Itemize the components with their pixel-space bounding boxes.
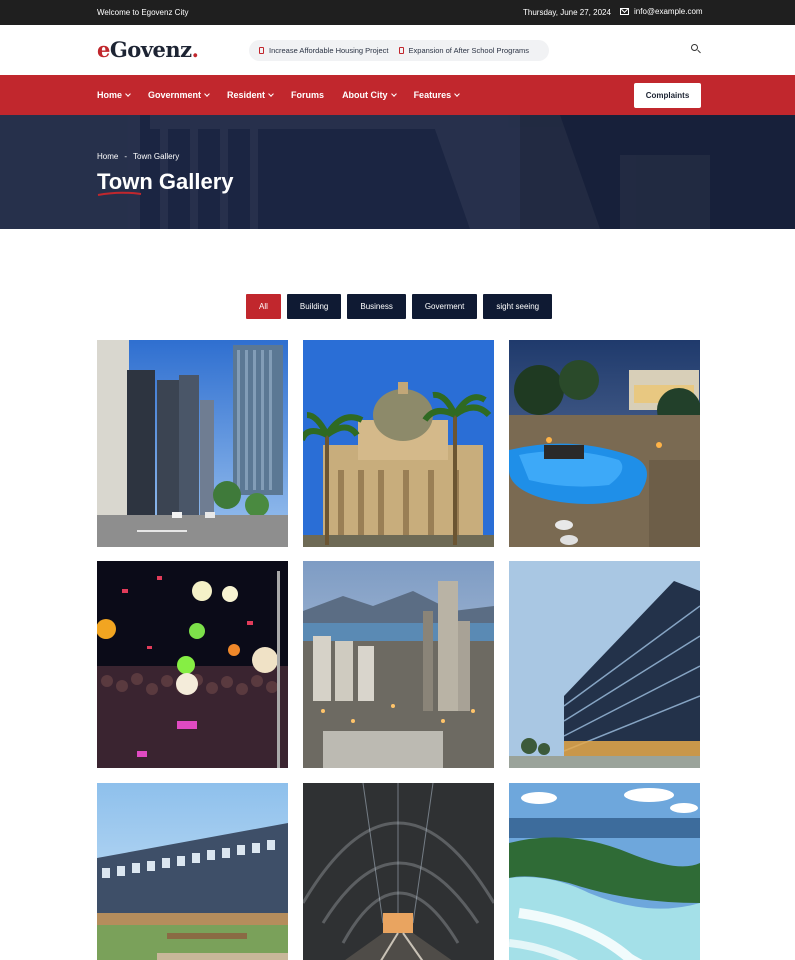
nav-item-label: Home <box>97 90 123 100</box>
city-street-image <box>97 340 288 547</box>
main-navigation: Home Government Resident Forums About Ci… <box>0 75 795 115</box>
gallery-item-industrial-plant[interactable] <box>303 561 494 768</box>
nav-item-home[interactable]: Home <box>97 90 131 100</box>
chevron-down-icon <box>204 91 210 97</box>
gallery-item-beach[interactable] <box>509 783 700 960</box>
nav-item-forums[interactable]: Forums <box>291 90 324 100</box>
chevron-down-icon <box>390 91 397 97</box>
welcome-text: Welcome to Egovenz City <box>97 8 189 17</box>
gallery-item-resort-pool[interactable] <box>509 340 700 547</box>
site-header: eGovenz. Increase Affordable Housing Pro… <box>0 25 795 75</box>
breadcrumb-home[interactable]: Home <box>97 152 118 161</box>
gallery-item-domed-building[interactable] <box>303 340 494 547</box>
nav-item-label: About City <box>342 90 388 100</box>
gallery-item-glass-office[interactable] <box>509 561 700 768</box>
breadcrumb-current: Town Gallery <box>133 152 180 161</box>
ticker-item-label: Expansion of After School Programs <box>408 46 530 55</box>
filter-all[interactable]: All <box>246 294 281 319</box>
gallery-item-campus-building[interactable] <box>97 783 288 960</box>
email-text: info@example.com <box>634 7 703 16</box>
site-logo[interactable]: eGovenz. <box>97 37 199 62</box>
logo-e: e <box>97 37 110 62</box>
search-button[interactable] <box>690 43 704 57</box>
nav-item-government[interactable]: Government <box>148 90 210 100</box>
nav-item-label: Forums <box>291 90 325 100</box>
document-icon <box>259 47 264 54</box>
glass-office-image <box>509 561 700 768</box>
breadcrumb: Home - Town Gallery <box>97 152 179 161</box>
filter-sight-seeing[interactable]: sight seeing <box>483 294 553 319</box>
nav-item-resident[interactable]: Resident <box>227 90 274 100</box>
nav-menu: Home Government Resident Forums About Ci… <box>97 75 460 115</box>
filter-government[interactable]: Goverment <box>411 294 478 319</box>
gallery-item-train-station[interactable] <box>303 783 494 960</box>
logo-dot: . <box>191 37 199 62</box>
breadcrumb-separator: - <box>124 152 128 161</box>
chevron-down-icon <box>125 91 131 97</box>
filter-business[interactable]: Business <box>347 294 406 319</box>
train-station-image <box>303 783 494 960</box>
news-ticker: Increase Affordable Housing Project Expa… <box>249 40 549 61</box>
nav-item-about-city[interactable]: About City <box>342 90 397 100</box>
domed-building-image <box>303 340 494 547</box>
nav-item-label: Government <box>148 90 202 100</box>
ticker-item[interactable]: Expansion of After School Programs <box>398 46 530 55</box>
chevron-down-icon <box>454 91 460 97</box>
search-icon-handle <box>697 49 701 54</box>
complaints-button[interactable]: Complaints <box>634 83 701 108</box>
beach-image <box>509 783 700 960</box>
current-date: Thursday, June 27, 2024 <box>523 8 611 17</box>
top-bar: Welcome to Egovenz City Thursday, June 2… <box>0 0 795 25</box>
industrial-plant-image <box>303 561 494 768</box>
gallery-filters: All Building Business Goverment sight se… <box>246 294 553 319</box>
mail-icon <box>620 8 629 15</box>
concert-image <box>97 561 288 768</box>
nav-item-label: Resident <box>227 90 266 100</box>
campus-building-image <box>97 783 288 960</box>
email-link[interactable]: info@example.com <box>620 7 703 16</box>
logo-text: Govenz <box>109 37 192 62</box>
chevron-down-icon <box>268 91 274 97</box>
nav-item-features[interactable]: Features <box>414 90 460 100</box>
resort-pool-image <box>509 340 700 547</box>
nav-item-label: Features <box>413 90 452 100</box>
page-banner: Home - Town Gallery Town Gallery <box>0 115 795 229</box>
document-icon <box>398 47 404 54</box>
gallery-item-concert[interactable] <box>97 561 288 768</box>
ticker-item-label: Increase Affordable Housing Project <box>269 46 389 55</box>
filter-building[interactable]: Building <box>286 294 342 319</box>
gallery-item-city-street[interactable] <box>97 340 288 547</box>
title-underline <box>97 191 142 196</box>
ticker-item[interactable]: Increase Affordable Housing Project <box>259 46 389 55</box>
